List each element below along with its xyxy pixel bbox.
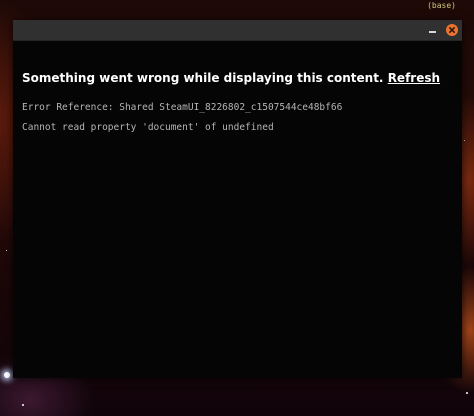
error-content bbox=[13, 41, 462, 378]
minimize-icon bbox=[428, 31, 436, 33]
error-reference: Error Reference: Shared SteamUI_8226802_… bbox=[22, 102, 343, 113]
error-message: Cannot read property 'document' of undef… bbox=[22, 122, 274, 133]
star bbox=[464, 140, 465, 141]
env-indicator: (base) bbox=[427, 1, 456, 10]
error-title: Something went wrong while displaying th… bbox=[22, 71, 440, 85]
star bbox=[22, 404, 24, 406]
star bbox=[466, 392, 468, 394]
star bbox=[6, 250, 7, 251]
error-title-text: Something went wrong while displaying th… bbox=[22, 71, 384, 85]
minimize-button[interactable] bbox=[426, 24, 438, 36]
app-window: Something went wrong while displaying th… bbox=[13, 20, 462, 378]
window-titlebar[interactable] bbox=[13, 20, 462, 41]
close-icon bbox=[449, 27, 455, 33]
star bbox=[4, 372, 10, 378]
close-button[interactable] bbox=[446, 24, 458, 36]
refresh-link[interactable]: Refresh bbox=[388, 71, 440, 85]
